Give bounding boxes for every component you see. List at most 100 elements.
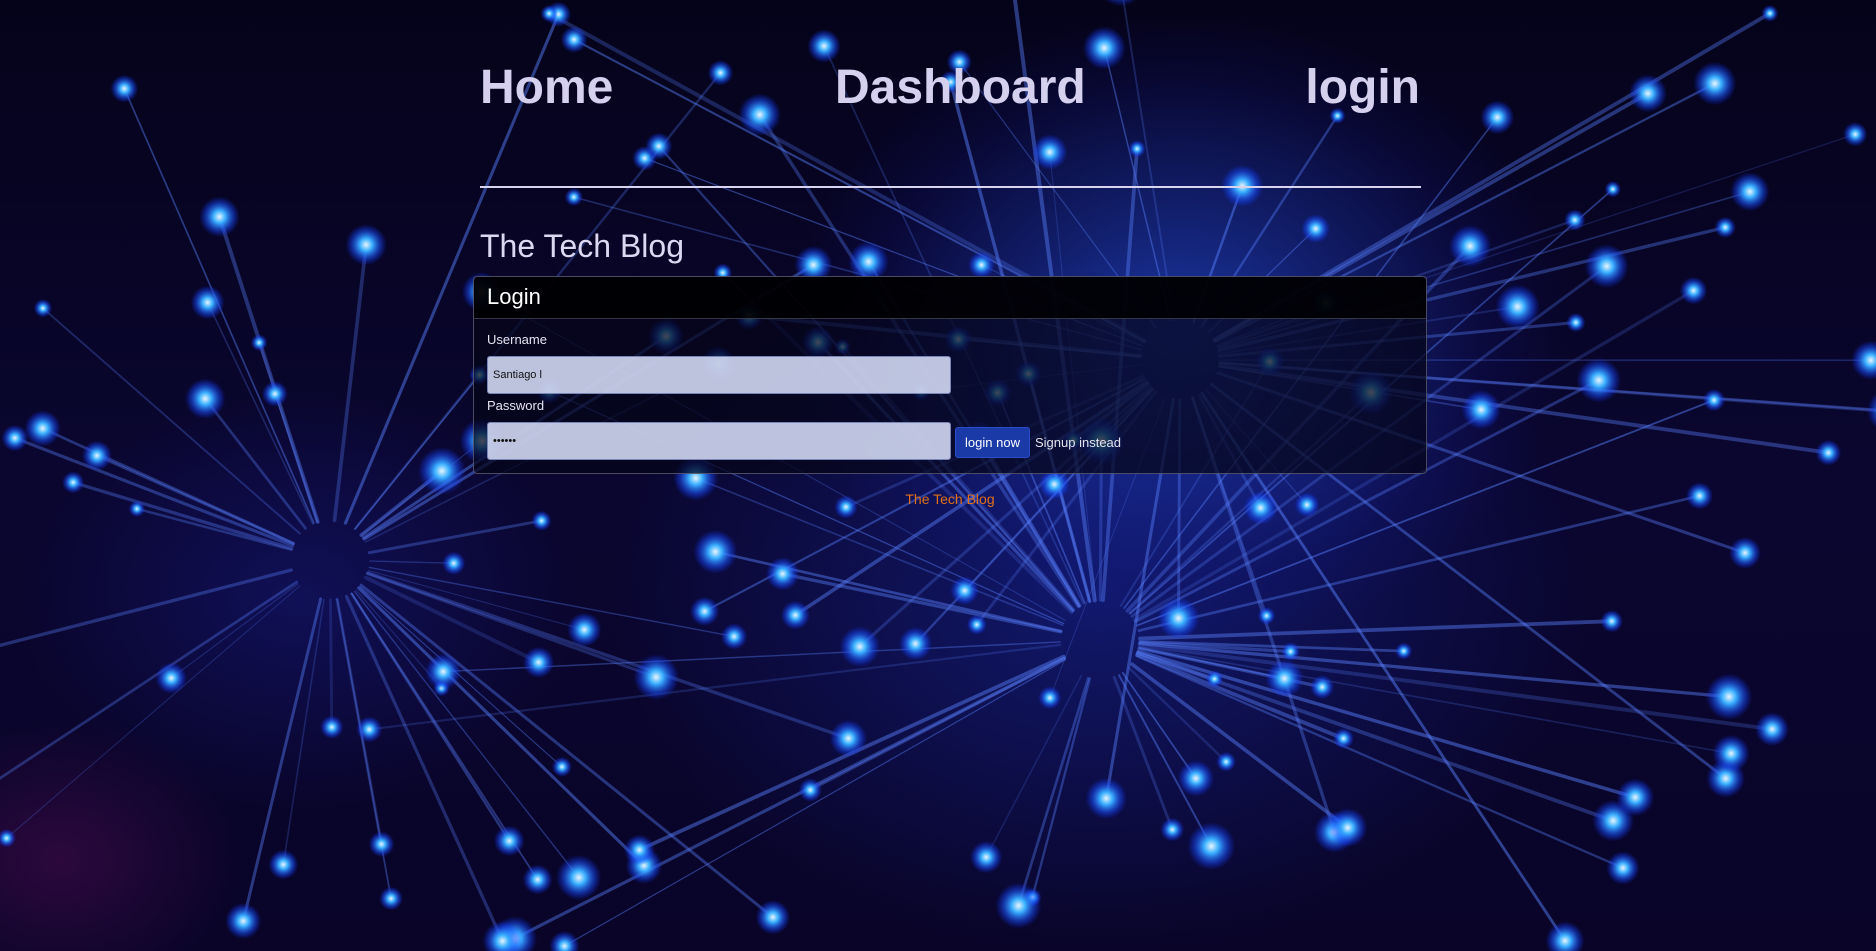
fiber-glow-tip: [523, 646, 555, 678]
fiber-glow-tip: [1281, 642, 1301, 661]
signup-instead-link[interactable]: Signup instead: [1035, 435, 1121, 451]
password-label: Password: [487, 398, 545, 413]
fiber-glow-tip: [1755, 712, 1790, 747]
fiber-strand: [1138, 641, 1731, 699]
fiber-strand: [1200, 391, 1567, 943]
fiber-glow-tip: [1310, 675, 1335, 700]
fiber-glow-tip: [1104, 0, 1137, 7]
login-now-button[interactable]: login now: [955, 427, 1030, 458]
fiber-glow-tip: [225, 902, 262, 940]
fiber-glow-tip: [780, 600, 810, 630]
fiber-glow-tip: [689, 596, 720, 627]
site-title: The Tech Blog: [480, 228, 684, 264]
top-nav: Home Dashboard login: [480, 58, 1420, 118]
fiber-strand: [369, 560, 455, 564]
fiber-glow-tip: [379, 886, 403, 911]
nav-link-dashboard[interactable]: Dashboard: [835, 58, 1086, 118]
fiber-glow-tip: [81, 440, 112, 471]
fiber-strand: [170, 583, 299, 679]
fiber-glow-tip: [1815, 439, 1842, 466]
fiber-glow-tip: [1328, 808, 1368, 848]
fiber-glow-tip: [839, 626, 881, 667]
fiber-glow-tip: [1576, 357, 1622, 403]
fiber-glow-tip: [966, 614, 987, 635]
fiber-glow-tip: [1085, 777, 1127, 820]
login-card: Login Username Password login now Signup…: [473, 276, 1427, 474]
fiber-strand: [6, 585, 301, 839]
fiber-strand: [344, 594, 505, 943]
fiber-strand: [563, 659, 1066, 947]
fiber-glow-tip: [995, 882, 1042, 929]
fiber-glow-tip: [1702, 388, 1726, 412]
fiber-glow-tip: [1679, 276, 1708, 305]
fiber-strand: [513, 656, 1066, 941]
fiber-glow-tip: [1604, 180, 1622, 198]
fiber-glow-tip: [1761, 4, 1779, 22]
fiber-glow-tip: [720, 623, 748, 650]
fiber-glow-tip: [1205, 670, 1224, 688]
fiber-strand: [332, 242, 368, 523]
fiber-glow-tip: [1, 424, 29, 452]
fiber-glow-tip: [199, 196, 240, 238]
fiber-glow-tip: [540, 4, 558, 23]
fiber-glow-tip: [551, 756, 573, 777]
fiber-strand: [367, 519, 543, 555]
fiber-glow-tip: [425, 653, 462, 690]
username-label: Username: [487, 332, 547, 347]
fiber-strand: [328, 598, 334, 729]
fiber-glow-tip: [1187, 822, 1236, 871]
fiber-glow-tip: [693, 529, 738, 574]
fiber-glow-tip: [1448, 224, 1492, 268]
fiber-glow-tip: [184, 378, 226, 419]
fiber-glow-tip: [24, 410, 61, 447]
fiber-glow-tip: [345, 224, 387, 266]
fiber-glow-tip: [1705, 673, 1753, 721]
fiber-glow-tip: [798, 778, 823, 802]
fiber-glow-tip: [1031, 134, 1068, 170]
nav-link-login[interactable]: login: [1305, 58, 1420, 118]
fiber-strand: [1017, 676, 1090, 907]
nav-link-home[interactable]: Home: [480, 58, 613, 118]
fiber-glow-tip: [969, 840, 1003, 874]
fiber-glow-tip: [1461, 390, 1501, 430]
fiber-glow-tip: [190, 285, 225, 320]
fiber-strand: [368, 566, 735, 638]
fiber-glow-tip: [1395, 642, 1413, 660]
fiber-glow-tip: [1128, 140, 1146, 158]
fiber-glow-tip: [250, 334, 268, 351]
fiber-glow-tip: [1160, 817, 1185, 842]
fiber-glow-tip: [1480, 100, 1515, 135]
fiber-glow-tip: [633, 654, 679, 700]
fiber-glow-tip: [549, 930, 580, 951]
fiber-glow-tip: [623, 834, 655, 866]
fiber-glow-tip: [1038, 686, 1062, 710]
fiber-glow-tip: [110, 74, 139, 103]
header-divider: [480, 186, 1421, 188]
fiber-glow-tip: [320, 715, 344, 739]
fiber-glow-tip: [645, 132, 673, 160]
fiber-glow-tip: [755, 899, 791, 935]
fiber-glow-tip: [268, 849, 299, 880]
fiber-strand: [359, 586, 563, 768]
fiber-glow-tip: [522, 864, 553, 895]
fiber-glow-tip: [1257, 607, 1276, 625]
fiber-strand: [1031, 677, 1091, 899]
fiber-glow-tip: [1301, 214, 1331, 244]
username-input[interactable]: [487, 356, 951, 394]
fiber-glow-tip: [1177, 760, 1214, 797]
fiber-glow-tip: [1729, 536, 1762, 569]
fiber-glow-tip: [1600, 609, 1623, 633]
fiber-glow-tip: [1616, 778, 1655, 817]
fiber-glow-tip: [765, 557, 800, 591]
fiber-glow-tip: [1843, 122, 1868, 147]
fiber-glow-tip: [898, 626, 933, 661]
fiber-glow-tip: [1545, 921, 1585, 951]
fiber-glow-tip: [1730, 172, 1770, 212]
fiber-glow-tip: [417, 447, 466, 495]
fiber-strand: [0, 580, 298, 780]
fiber-glow-tip: [1606, 851, 1640, 885]
fiber-glow-tip: [829, 719, 867, 758]
login-card-header: Login: [474, 277, 1426, 319]
fiber-glow-tip: [368, 831, 395, 858]
password-input[interactable]: [487, 422, 951, 460]
